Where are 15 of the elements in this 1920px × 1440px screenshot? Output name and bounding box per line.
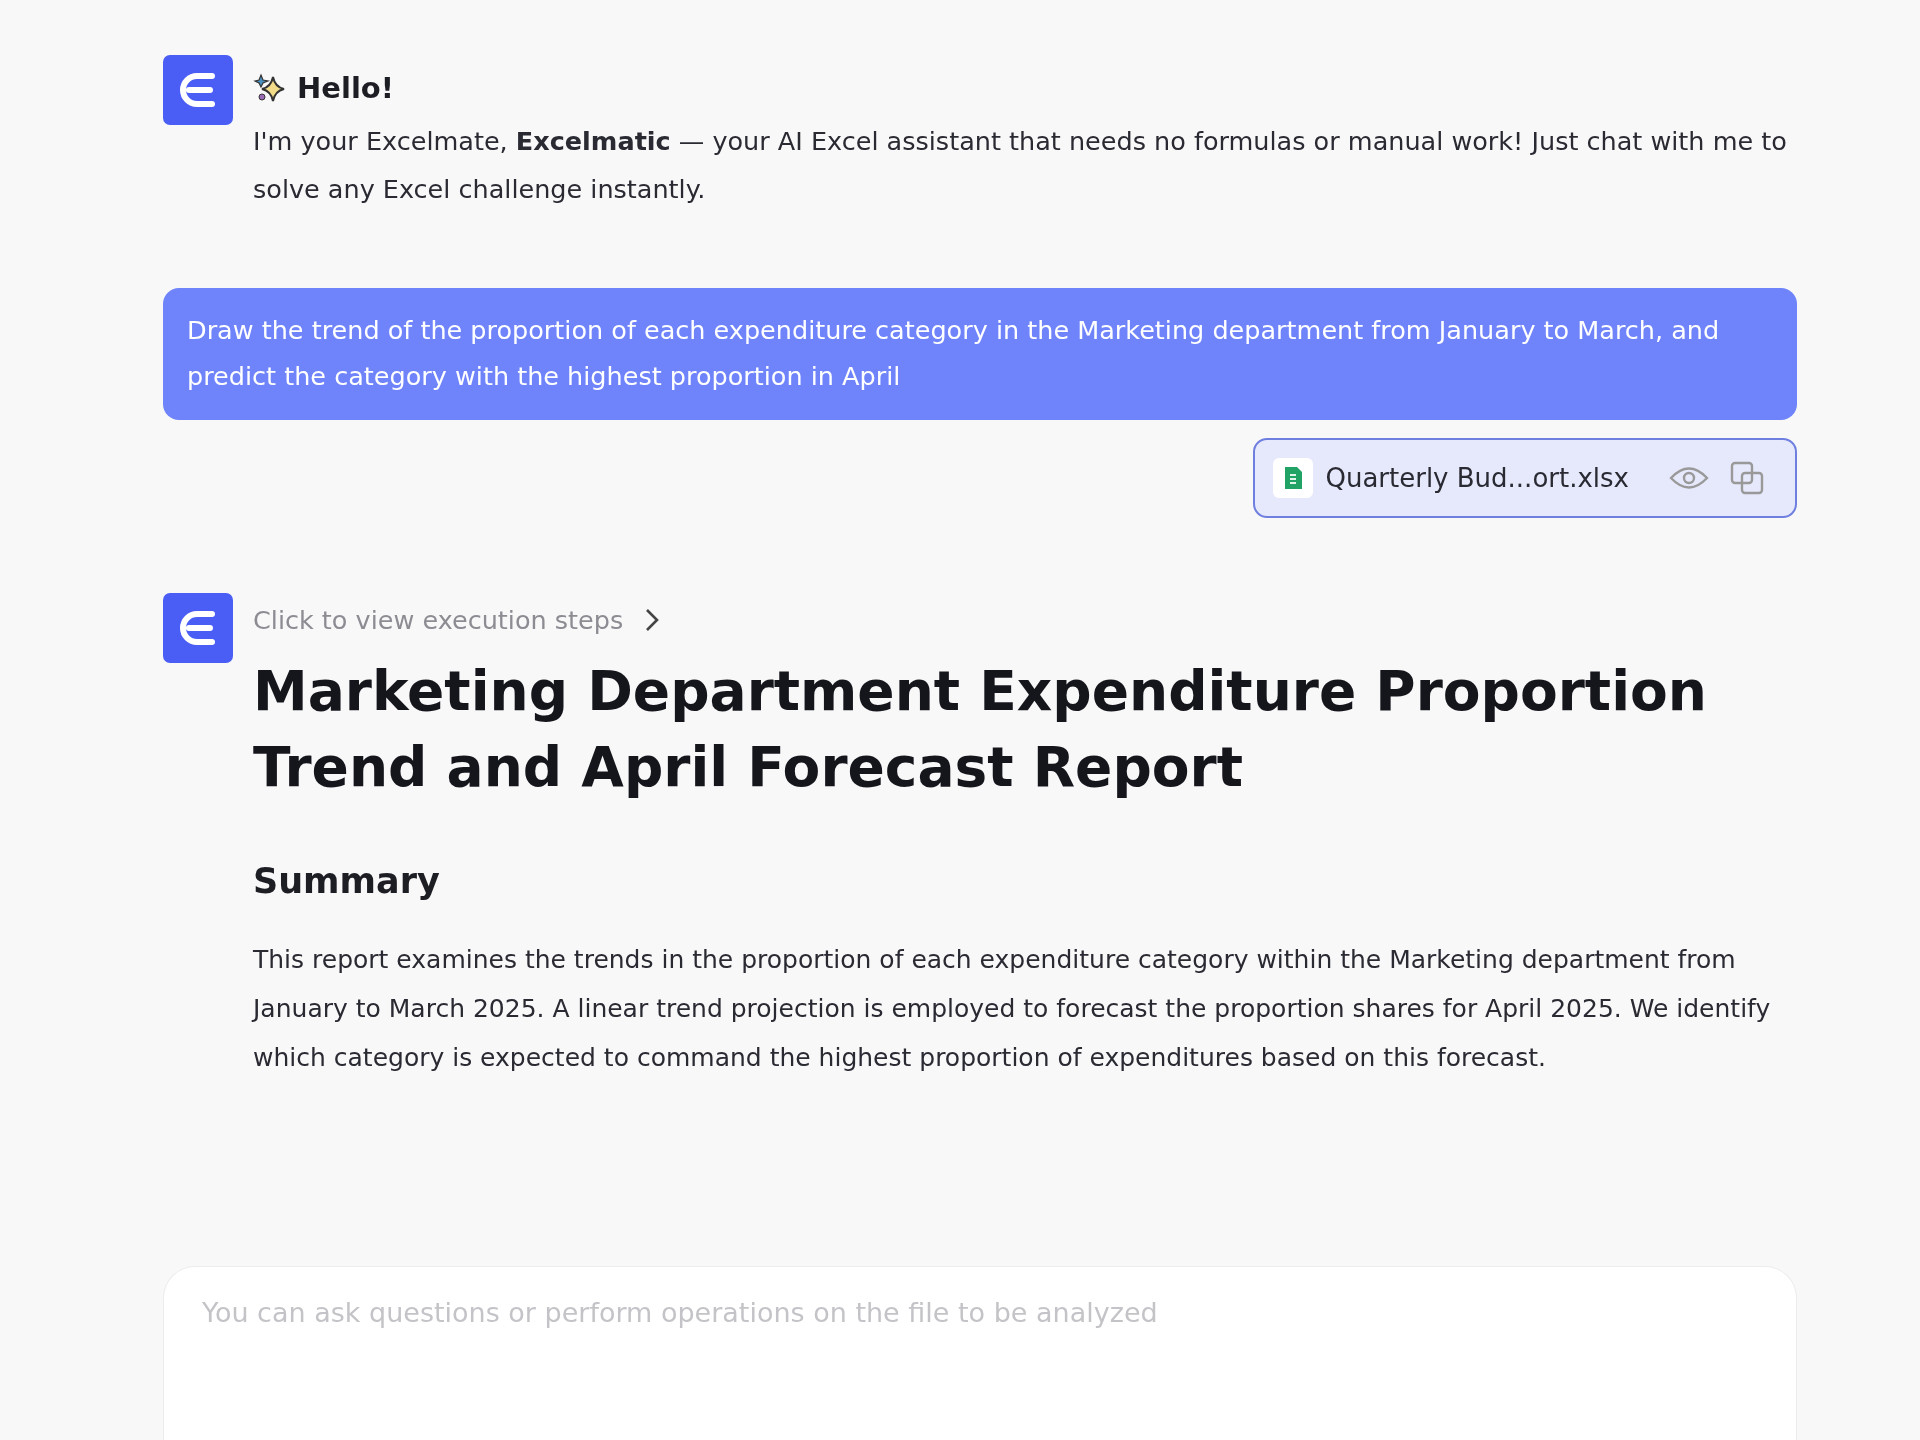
section-paragraph: This report examines the trends in the proportion of each expenditure category within the Marketing department from January to March 2025. A linear trend projection is employed to forecast the proportion shares for April 2025. We identify which category is expected to command the highest proportion of expenditures based on this forecast. <box>253 944 1772 1074</box>
greeting-message: I'm your Excelmate, Excelmatic — your AI Excel assistant that needs no formulas or manual work! Just chat with me to solve any Excel challenge instantly. <box>253 125 1788 206</box>
user-message: Draw the trend of the proportion of each expenditure category in the Marketing department from January to March, and predict the category with the highest proportion in April <box>163 288 1797 420</box>
chevron-right-icon[interactable] <box>645 608 660 632</box>
assistant-logo-icon <box>163 593 233 663</box>
chat-input-field[interactable]: You can ask questions or perform operations on the file to be analyzed <box>163 1266 1797 1440</box>
spreadsheet-file-icon <box>1273 458 1314 498</box>
greeting-title: Hello! <box>297 71 394 105</box>
section-heading: Summary <box>253 861 441 901</box>
assistant-logo-icon <box>163 55 233 125</box>
attachment-chip[interactable]: Quarterly Bud...ort.xlsx <box>1253 438 1797 518</box>
eye-icon[interactable] <box>1669 465 1709 491</box>
file-name: Quarterly Bud...ort.xlsx <box>1325 463 1629 493</box>
copy-icon[interactable] <box>1729 460 1765 496</box>
report-title: Marketing Department Expenditure Proportion Trend and April Forecast Report <box>253 658 1708 801</box>
